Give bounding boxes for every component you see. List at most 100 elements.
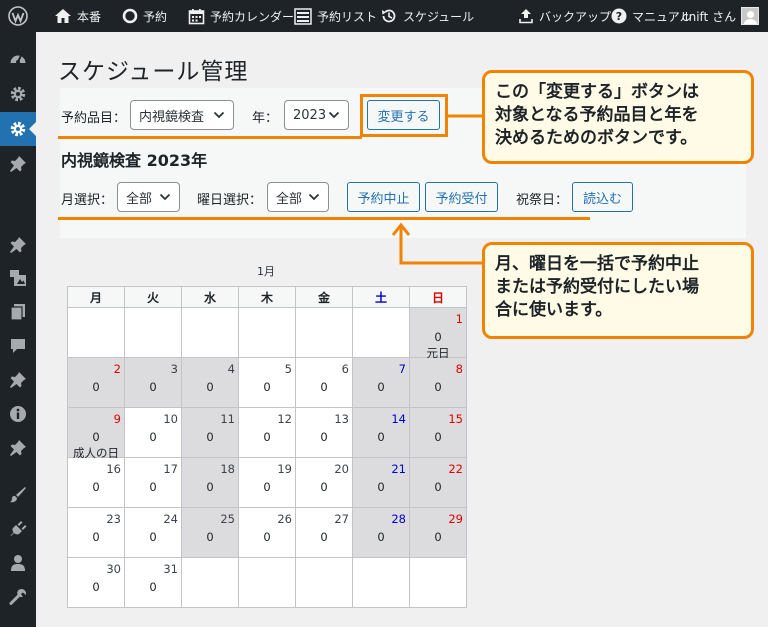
day-number: 8 (455, 362, 463, 376)
day-number: 2 (113, 362, 121, 376)
calendar-grid: 月 火 水 木 金 土 日 1 0 元日 2 0 3 0 4 0 5 0 6 0 7 0 8 0 9 0 成人の日 10… (67, 286, 467, 608)
calendar-day-cell[interactable]: 9 0 成人の日 (67, 407, 125, 460)
reservation-count: 0 (377, 530, 385, 544)
calendar-day-cell[interactable]: 80 (409, 357, 467, 408)
day-number: 4 (227, 362, 235, 376)
calendar-day-cell[interactable]: 11 0 (181, 407, 239, 458)
day-number: 29 (448, 512, 463, 526)
day-number: 10 (163, 412, 178, 426)
calendar-week-row: 20304050607080 (67, 357, 467, 408)
weekday-header-sunday: 日 (409, 286, 467, 308)
day-number: 16 (106, 462, 121, 476)
callout-line: この「変更する」ボタンは (495, 82, 699, 102)
callout-line: 対象となる予約品目と年を (495, 105, 699, 125)
calendar-day-cell[interactable]: 1 0 元日 (409, 307, 467, 360)
calendar-day-cell[interactable]: 17 0 (124, 457, 182, 508)
calendar-day-cell[interactable]: 70 (352, 357, 410, 408)
day-number: 9 (113, 412, 121, 426)
reservation-count: 0 (149, 480, 157, 494)
reservation-count: 0 (206, 480, 214, 494)
day-number: 3 (170, 362, 178, 376)
weekday-header: 水 (181, 286, 239, 308)
reservation-count: 0 (149, 430, 157, 444)
calendar-empty-cell (238, 307, 296, 358)
calendar-day-cell[interactable]: 40 (181, 357, 239, 408)
day-number: 18 (220, 462, 235, 476)
reservation-count: 0 (92, 380, 100, 394)
calendar-day-cell[interactable]: 24 0 (124, 507, 182, 558)
calendar-day-cell[interactable]: 30 0 (67, 557, 125, 608)
weekday-header: 火 (124, 286, 182, 308)
day-number: 20 (334, 462, 349, 476)
day-number: 23 (106, 512, 121, 526)
calendar-empty-cell (181, 557, 239, 608)
reservation-count: 0 (434, 380, 442, 394)
calendar-empty-cell (238, 557, 296, 608)
day-number: 6 (341, 362, 349, 376)
calendar-day-cell[interactable]: 27 0 (295, 507, 353, 558)
calendar-empty-cell (295, 557, 353, 608)
calendar-day-cell[interactable]: 60 (295, 357, 353, 408)
day-number: 5 (284, 362, 292, 376)
reservation-count: 0 (92, 580, 100, 594)
calendar-day-cell[interactable]: 26 0 (238, 507, 296, 558)
callout-change-button: この「変更する」ボタンは 対象となる予約品目と年を 決めるためのボタンです。 (482, 70, 754, 164)
reservation-count: 0 (377, 430, 385, 444)
calendar-day-cell[interactable]: 29 0 (409, 507, 467, 558)
day-number: 31 (163, 562, 178, 576)
calendar-day-cell[interactable]: 28 0 (352, 507, 410, 558)
reservation-count: 0 (149, 380, 157, 394)
weekday-header: 月 (67, 286, 125, 308)
calendar-day-cell[interactable]: 16 0 (67, 457, 125, 508)
calendar-day-cell[interactable]: 21 0 (352, 457, 410, 508)
reservation-count: 0 (434, 530, 442, 544)
calendar-day-cell[interactable]: 50 (238, 357, 296, 408)
reservation-count: 0 (434, 430, 442, 444)
calendar-empty-cell (352, 307, 410, 358)
reservation-count: 0 (434, 480, 442, 494)
calendar-day-cell[interactable]: 20 0 (295, 457, 353, 508)
day-number: 11 (220, 412, 235, 426)
calendar-day-cell[interactable]: 31 0 (124, 557, 182, 608)
callout-bulk-buttons: 月、曜日を一括で予約中止 または予約受付にしたい場 合に使います。 (482, 242, 754, 339)
reservation-count: 0 (206, 430, 214, 444)
day-number: 21 (391, 462, 406, 476)
calendar-week-row: 9 0 成人の日 10 0 11 0 12 0 13 0 14 0 15 0 (67, 407, 467, 460)
calendar-day-cell[interactable]: 23 0 (67, 507, 125, 558)
weekday-header: 木 (238, 286, 296, 308)
calendar-day-cell[interactable]: 19 0 (238, 457, 296, 508)
calendar-week-row: 1 0 元日 (67, 307, 467, 360)
callout-line: 決めるためのボタンです。 (495, 128, 698, 148)
calendar-week-row: 23 0 24 0 25 0 26 0 27 0 28 0 29 0 (67, 507, 467, 558)
calendar-day-cell[interactable]: 15 0 (409, 407, 467, 458)
calendar-day-cell[interactable]: 22 0 (409, 457, 467, 508)
calendar-empty-cell (124, 307, 182, 358)
reservation-count: 0 (263, 530, 271, 544)
calendar-day-cell[interactable]: 18 0 (181, 457, 239, 508)
day-number: 12 (277, 412, 292, 426)
reservation-count: 0 (263, 380, 271, 394)
reservation-count: 0 (377, 380, 385, 394)
reservation-count: 0 (434, 330, 442, 344)
calendar-week-row: 30 0 31 0 (67, 557, 467, 608)
calendar-empty-cell (352, 557, 410, 608)
calendar-day-cell[interactable]: 14 0 (352, 407, 410, 458)
day-number: 1 (455, 312, 463, 326)
day-number: 19 (277, 462, 292, 476)
reservation-count: 0 (263, 430, 271, 444)
calendar-day-cell[interactable]: 20 (67, 357, 125, 408)
calendar-empty-cell (181, 307, 239, 358)
reservation-count: 0 (92, 530, 100, 544)
calendar-day-cell[interactable]: 25 0 (181, 507, 239, 558)
calendar-empty-cell (409, 557, 467, 608)
day-number: 30 (106, 562, 121, 576)
calendar-day-cell[interactable]: 30 (124, 357, 182, 408)
reservation-count: 0 (320, 430, 328, 444)
calendar-day-cell[interactable]: 13 0 (295, 407, 353, 458)
calendar-day-cell[interactable]: 12 0 (238, 407, 296, 458)
day-number: 22 (448, 462, 463, 476)
calendar-day-cell[interactable]: 10 0 (124, 407, 182, 458)
calendar-empty-cell (67, 307, 125, 358)
day-number: 24 (163, 512, 178, 526)
day-number: 26 (277, 512, 292, 526)
